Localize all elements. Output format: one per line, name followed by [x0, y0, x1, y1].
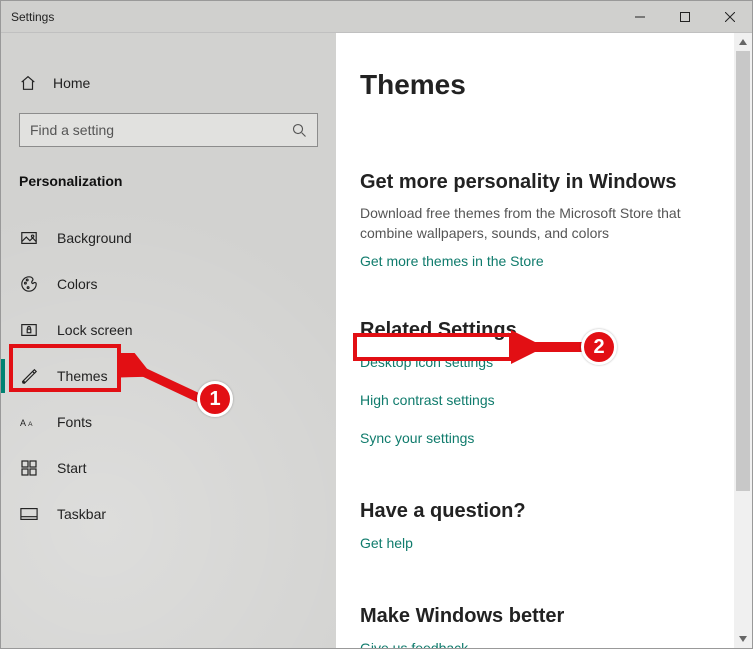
sidebar-home-label: Home — [53, 75, 90, 91]
palette-icon — [19, 275, 39, 293]
link-desktop-icon-settings[interactable]: Desktop icon settings — [360, 354, 704, 370]
search-icon — [291, 123, 307, 138]
sidebar-item-fonts[interactable]: AA Fonts — [1, 399, 336, 445]
svg-text:A: A — [28, 421, 33, 428]
promo-body: Download free themes from the Microsoft … — [360, 204, 700, 243]
scrollbar[interactable] — [734, 33, 752, 648]
sidebar-item-label: Taskbar — [57, 506, 106, 522]
close-button[interactable] — [707, 1, 752, 32]
sidebar: Home Personalization Background — [1, 33, 336, 648]
sidebar-item-themes[interactable]: Themes — [1, 353, 336, 399]
taskbar-icon — [19, 507, 39, 521]
promo-heading: Get more personality in Windows — [360, 171, 704, 194]
sidebar-item-taskbar[interactable]: Taskbar — [1, 491, 336, 537]
scroll-down-icon[interactable] — [734, 630, 752, 648]
lock-screen-icon — [19, 321, 39, 339]
home-icon — [19, 74, 37, 92]
window-title: Settings — [1, 10, 54, 24]
maximize-button[interactable] — [662, 1, 707, 32]
question-heading: Have a question? — [360, 500, 704, 523]
page-title: Themes — [360, 69, 704, 101]
scroll-thumb[interactable] — [736, 51, 750, 491]
search-input[interactable] — [19, 113, 318, 147]
search-field[interactable] — [30, 122, 291, 138]
start-icon — [19, 460, 39, 476]
sidebar-item-label: Lock screen — [57, 322, 132, 338]
titlebar: Settings — [1, 1, 752, 33]
content-pane: Themes Get more personality in Windows D… — [336, 33, 734, 648]
scroll-track[interactable] — [734, 51, 752, 630]
svg-text:A: A — [20, 418, 26, 428]
sidebar-item-start[interactable]: Start — [1, 445, 336, 491]
sidebar-item-background[interactable]: Background — [1, 215, 336, 261]
link-get-more-themes[interactable]: Get more themes in the Store — [360, 253, 704, 269]
sidebar-item-label: Background — [57, 230, 132, 246]
sidebar-home[interactable]: Home — [1, 63, 336, 103]
sidebar-section-label: Personalization — [1, 147, 336, 197]
sidebar-item-label: Themes — [57, 368, 108, 384]
link-give-us-feedback[interactable]: Give us feedback — [360, 640, 704, 648]
sidebar-item-colors[interactable]: Colors — [1, 261, 336, 307]
fonts-icon: AA — [19, 415, 39, 429]
sidebar-item-label: Fonts — [57, 414, 92, 430]
link-get-help[interactable]: Get help — [360, 535, 704, 551]
sidebar-item-label: Colors — [57, 276, 97, 292]
minimize-button[interactable] — [617, 1, 662, 32]
paint-icon — [19, 367, 39, 385]
image-icon — [19, 229, 39, 247]
feedback-heading: Make Windows better — [360, 605, 704, 628]
link-sync-your-settings[interactable]: Sync your settings — [360, 430, 704, 446]
related-heading: Related Settings — [360, 319, 704, 342]
scroll-up-icon[interactable] — [734, 33, 752, 51]
sidebar-item-label: Start — [57, 460, 87, 476]
sidebar-item-lock-screen[interactable]: Lock screen — [1, 307, 336, 353]
link-high-contrast-settings[interactable]: High contrast settings — [360, 392, 704, 408]
